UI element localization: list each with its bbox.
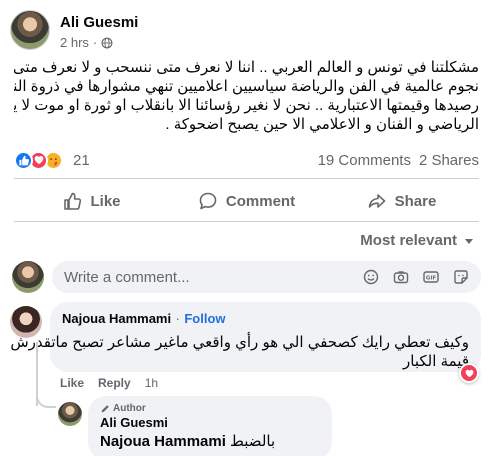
shares-count[interactable]: 2 Shares xyxy=(419,152,479,169)
share-button-label: Share xyxy=(394,192,437,210)
comment-reply-link[interactable]: Reply xyxy=(98,376,131,390)
post-text-line: رصيدها وقيمتها الاعتبارية .. نحن لا نغير… xyxy=(14,97,479,114)
comment-reaction-badge[interactable] xyxy=(459,363,479,383)
comment-composer: GIF xyxy=(12,261,481,293)
comments-count[interactable]: 19 Comments xyxy=(318,152,411,169)
separator-dot: · xyxy=(175,311,180,326)
globe-icon xyxy=(101,37,113,48)
reaction-icons[interactable] xyxy=(14,150,63,170)
engagement-counts: 19 Comments 2 Shares xyxy=(318,152,479,169)
thumbs-up-icon xyxy=(64,192,82,210)
gif-icon[interactable]: GIF xyxy=(423,269,439,285)
follow-button[interactable]: Follow xyxy=(184,311,225,326)
post-actions: Like Comment Share xyxy=(14,183,479,219)
post-meta: 2 hrs · xyxy=(60,35,113,50)
post-author-name[interactable]: Ali Guesmi xyxy=(60,14,138,31)
mention-link[interactable]: Najoua Hammami xyxy=(100,433,226,450)
camera-icon[interactable] xyxy=(393,269,409,285)
post-timestamp[interactable]: 2 hrs xyxy=(60,35,89,50)
comment-actions: Like Reply 1h xyxy=(60,376,158,390)
svg-text:GIF: GIF xyxy=(426,276,437,282)
composer-tools: GIF xyxy=(363,269,481,285)
comment-icon xyxy=(199,192,217,210)
sort-label: Most relevant xyxy=(360,232,457,249)
avatar[interactable] xyxy=(58,402,82,426)
comment-sort-dropdown[interactable]: Most relevant xyxy=(360,232,475,249)
comment-text: وكيف تعطي رايك كصحفي الي هو رأي واقعي ما… xyxy=(10,333,469,371)
author-badge: Author xyxy=(100,403,320,414)
reactions-summary: 21 19 Comments 2 Shares xyxy=(14,148,479,172)
comment-bubble: Najoua Hammami · Follow وكيف تعطي رايك ك… xyxy=(10,302,481,372)
comment-author-name[interactable]: Najoua Hammami xyxy=(62,311,171,326)
comment-like-link[interactable]: Like xyxy=(60,376,84,390)
caret-down-icon xyxy=(465,238,473,244)
avatar[interactable] xyxy=(10,10,50,50)
reaction-count[interactable]: 21 xyxy=(73,152,90,169)
sticker-icon[interactable] xyxy=(453,269,469,285)
avatar[interactable] xyxy=(12,261,44,293)
comment-timestamp[interactable]: 1h xyxy=(145,376,158,390)
reply-text-body: بالضبط xyxy=(230,433,276,450)
comment-input-box[interactable]: GIF xyxy=(52,261,481,293)
reply-author-name[interactable]: Ali Guesmi xyxy=(100,415,320,430)
post-header: Ali Guesmi 2 hrs · xyxy=(10,6,480,52)
comment-text-line: قيمة الكبار xyxy=(403,353,469,370)
divider xyxy=(14,178,479,179)
love-icon xyxy=(461,365,477,381)
thread-connector xyxy=(36,392,56,408)
comment-text-line: وكيف تعطي رايك كصحفي الي هو رأي واقعي ما… xyxy=(10,334,469,351)
pencil-icon xyxy=(101,404,109,412)
emoji-icon[interactable] xyxy=(363,269,379,285)
share-icon xyxy=(368,194,385,208)
like-icon xyxy=(14,150,33,170)
reply-bubble: Author Ali Guesmi Najoua Hammami بالضبط xyxy=(88,396,332,456)
comment-input[interactable] xyxy=(64,268,214,286)
comment-button-label: Comment xyxy=(225,192,296,210)
like-button[interactable]: Like xyxy=(14,183,169,219)
divider xyxy=(14,221,479,222)
reply-text: Najoua Hammami بالضبط xyxy=(100,432,320,450)
author-badge-label: Author xyxy=(113,403,146,414)
post-text-line: مشكلتنا في تونس و العالم العربي .. اننا … xyxy=(14,59,479,76)
post-text: مشكلتنا في تونس و العالم العربي .. اننا … xyxy=(14,58,479,134)
post-text-line: الرياضي و الفنان و الاعلامي الا حين يصبح… xyxy=(165,116,479,133)
like-button-label: Like xyxy=(90,192,121,210)
comment-button[interactable]: Comment xyxy=(169,183,324,219)
post-text-line: نجوم عالمية في الفن والرياضة سياسيين اعل… xyxy=(14,78,479,95)
share-button[interactable]: Share xyxy=(324,183,479,219)
